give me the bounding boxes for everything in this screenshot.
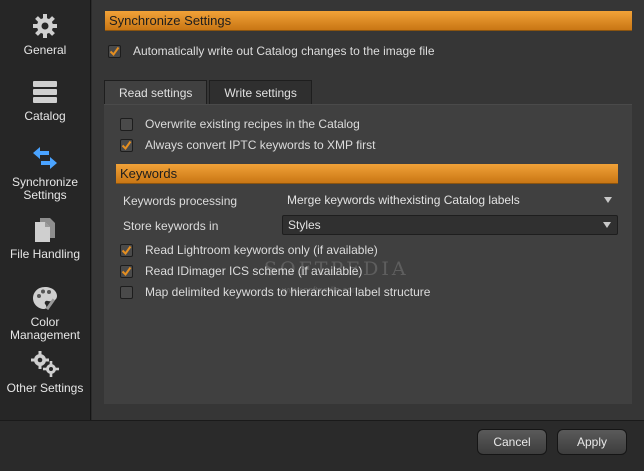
watermark: SOFTPEDIA: [264, 258, 409, 280]
chevron-down-icon: [604, 197, 612, 203]
lightroom-checkbox-row[interactable]: Read Lightroom keywords only (if availab…: [120, 242, 378, 258]
sidebar-item-label: Synchronize Settings: [11, 175, 79, 202]
sidebar-item-file-handling[interactable]: File Handling: [0, 216, 90, 261]
auto-write-checkbox-row[interactable]: Automatically write out Catalog changes …: [108, 43, 435, 59]
convert-iptc-checkbox-row[interactable]: Always convert IPTC keywords to XMP firs…: [120, 137, 376, 153]
overwrite-checkbox[interactable]: [120, 117, 133, 131]
tab-read-settings[interactable]: Read settings: [104, 80, 208, 104]
database-icon: [31, 78, 59, 106]
hierarchical-checkbox-row[interactable]: Map delimited keywords to hierarchical l…: [120, 284, 430, 300]
lightroom-label: Read Lightroom keywords only (if availab…: [145, 243, 378, 257]
store-keywords-value: Styles: [288, 218, 321, 232]
palette-icon: [31, 284, 59, 312]
keywords-header: Keywords: [116, 164, 618, 184]
tab-write-settings[interactable]: Write settings: [209, 80, 312, 104]
checkmark-icon: [109, 46, 120, 56]
idimager-checkbox[interactable]: [120, 264, 133, 278]
store-keywords-select[interactable]: Styles: [282, 215, 618, 235]
chevron-down-icon: [603, 222, 611, 228]
sidebar-item-other-settings[interactable]: Other Settings: [0, 350, 90, 395]
keywords-processing-select[interactable]: Merge keywords withexisting Catalog labe…: [282, 191, 618, 209]
auto-write-checkbox[interactable]: [108, 44, 121, 58]
dialog-button-bar: Cancel Apply: [0, 420, 644, 471]
sidebar-item-label: Catalog: [24, 109, 66, 123]
sidebar-item-label: General: [23, 43, 67, 57]
cancel-button[interactable]: Cancel: [477, 429, 547, 455]
sidebar-item-label: Color Management: [9, 315, 81, 342]
settings-tabs: Read settings Write settings: [104, 80, 314, 104]
synchronize-settings-header: Synchronize Settings: [105, 11, 632, 31]
settings-panel: Synchronize Settings Automatically write…: [92, 0, 644, 420]
sidebar-item-color-management[interactable]: Color Management: [0, 284, 90, 342]
checkmark-icon: [121, 140, 132, 150]
sidebar-item-synchronize-settings[interactable]: Synchronize Settings: [0, 144, 90, 202]
gear-icon: [31, 12, 59, 40]
gears-icon: [31, 350, 59, 378]
convert-iptc-checkbox[interactable]: [120, 138, 133, 152]
sidebar-item-label: File Handling: [9, 247, 81, 261]
checkmark-icon: [121, 266, 132, 276]
sidebar-item-label: Other Settings: [6, 381, 84, 395]
checkmark-icon: [121, 245, 132, 255]
overwrite-label: Overwrite existing recipes in the Catalo…: [145, 117, 360, 131]
store-keywords-label: Store keywords in: [123, 219, 219, 233]
files-icon: [31, 216, 59, 244]
sidebar-item-catalog[interactable]: Catalog: [0, 78, 90, 123]
sync-arrows-icon: [31, 144, 59, 172]
apply-button[interactable]: Apply: [557, 429, 627, 455]
convert-iptc-label: Always convert IPTC keywords to XMP firs…: [145, 138, 376, 152]
overwrite-checkbox-row[interactable]: Overwrite existing recipes in the Catalo…: [120, 116, 360, 132]
hierarchical-checkbox[interactable]: [120, 285, 133, 299]
watermark-url: www.softpedia.com: [282, 285, 360, 295]
keywords-processing-value: Merge keywords withexisting Catalog labe…: [287, 193, 520, 207]
sidebar: General Catalog Synchronize Settings Fil…: [0, 0, 91, 420]
keywords-processing-label: Keywords processing: [123, 194, 238, 208]
sidebar-item-general[interactable]: General: [0, 12, 90, 57]
lightroom-checkbox[interactable]: [120, 243, 133, 257]
auto-write-label: Automatically write out Catalog changes …: [133, 44, 435, 58]
